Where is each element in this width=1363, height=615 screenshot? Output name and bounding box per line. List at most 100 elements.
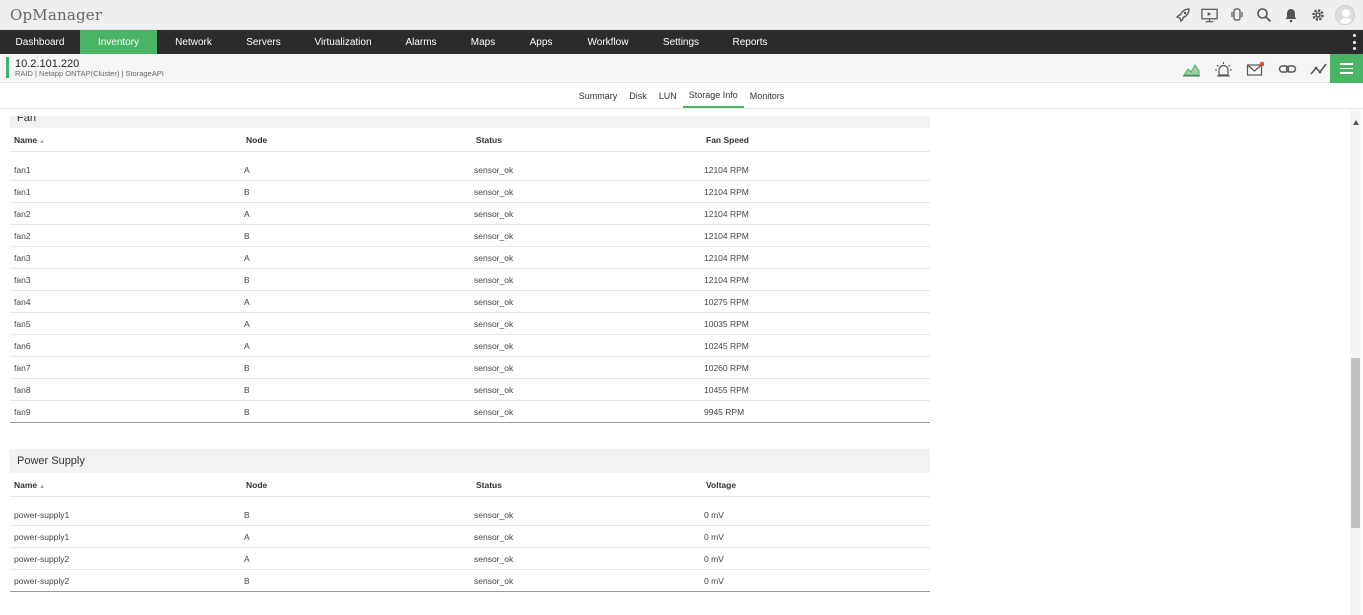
nav-network[interactable]: Network: [157, 30, 230, 54]
tab-storage-info[interactable]: Storage Info: [682, 83, 744, 108]
table-cell: sensor_ok: [474, 553, 514, 564]
table-row: fan5 Asensor_ok 10035 RPM: [10, 313, 930, 335]
nav-maps[interactable]: Maps: [453, 30, 513, 54]
table-cell: 10455 RPM: [704, 384, 749, 395]
table-cell: fan1: [14, 164, 31, 175]
tab-summary[interactable]: Summary: [573, 83, 624, 108]
table-cell: sensor_ok: [474, 252, 514, 263]
table-cell: sensor_ok: [474, 384, 514, 395]
table-cell: 12104 RPM: [704, 186, 749, 197]
table-row: fan8 Bsensor_ok 10455 RPM: [10, 379, 930, 401]
link-icon[interactable]: [1277, 59, 1297, 78]
table-cell: B: [244, 274, 250, 285]
scrollbar-thumb[interactable]: [1351, 358, 1360, 528]
table-cell: A: [244, 164, 250, 175]
user-avatar-icon[interactable]: [1335, 4, 1355, 25]
table-cell: 0 mV: [704, 553, 724, 564]
power-supply-table: Power Supply Name ▲ Node Status Voltage p…: [10, 449, 930, 592]
table-cell: sensor_ok: [474, 274, 514, 285]
table-cell: B: [244, 384, 250, 395]
table-cell: fan3: [14, 274, 31, 285]
table-cell: sensor_ok: [474, 362, 514, 373]
table-cell: sensor_ok: [474, 318, 514, 329]
table-cell: sensor_ok: [474, 575, 514, 586]
graph-icon[interactable]: [1181, 59, 1201, 78]
table-row: fan9 Bsensor_ok 9945 RPM: [10, 401, 930, 423]
nav-apps[interactable]: Apps: [513, 30, 569, 54]
table-cell: A: [244, 531, 250, 542]
table-cell: 10035 RPM: [704, 318, 749, 329]
menu-icon[interactable]: [1330, 54, 1363, 83]
table-cell: fan5: [14, 318, 31, 329]
alarm-light-icon[interactable]: [1213, 59, 1233, 78]
device-header: 10.2.101.220 RAID | Netapp ONTAP(Cluster…: [0, 54, 1363, 83]
table-cell: 12104 RPM: [704, 164, 749, 175]
sort-icon[interactable]: ▲: [39, 484, 45, 490]
power-col-voltage: Voltage: [706, 479, 737, 490]
table-cell: A: [244, 252, 250, 263]
table-cell: 12104 RPM: [704, 274, 749, 285]
nav-servers[interactable]: Servers: [230, 30, 297, 54]
monitor-line-icon[interactable]: [1309, 59, 1329, 78]
gear-icon[interactable]: [1308, 5, 1327, 24]
table-cell: fan9: [14, 406, 31, 417]
nav-inventory[interactable]: Inventory: [80, 30, 157, 54]
scroll-up-icon[interactable]: [1353, 120, 1359, 125]
nav-dashboard[interactable]: Dashboard: [0, 30, 80, 54]
table-cell: 12104 RPM: [704, 252, 749, 263]
rocket-icon[interactable]: [1173, 5, 1192, 24]
table-cell: sensor_ok: [474, 509, 514, 520]
tab-disk[interactable]: Disk: [623, 83, 653, 108]
table-cell: fan6: [14, 340, 31, 351]
table-cell: fan4: [14, 296, 31, 307]
sort-icon[interactable]: ▲: [39, 139, 45, 145]
device-meta: RAID | Netapp ONTAP(Cluster) | StorageAP…: [15, 68, 164, 78]
nav-settings[interactable]: Settings: [647, 30, 715, 54]
device-info: 10.2.101.220 RAID | Netapp ONTAP(Cluster…: [15, 58, 164, 78]
search-icon[interactable]: [1254, 5, 1273, 24]
vertical-scrollbar[interactable]: [1350, 110, 1361, 615]
table-cell: fan7: [14, 362, 31, 373]
table-cell: 10260 RPM: [704, 362, 749, 373]
table-row: power-supply2 Bsensor_ok 0 mV: [10, 570, 930, 592]
table-cell: fan2: [14, 230, 31, 241]
nav-reports[interactable]: Reports: [715, 30, 785, 54]
nav-alarms[interactable]: Alarms: [389, 30, 453, 54]
table-cell: 9945 RPM: [704, 406, 745, 417]
table-cell: fan1: [14, 186, 31, 197]
table-row: power-supply2 Asensor_ok 0 mV: [10, 548, 930, 570]
content-area: Fan Name ▲ Node Status Fan Speed fan1 Asen…: [0, 110, 1363, 615]
tab-monitors[interactable]: Monitors: [744, 83, 791, 108]
nav-virtualization[interactable]: Virtualization: [297, 30, 389, 54]
table-cell: B: [244, 575, 250, 586]
table-cell: power-supply1: [14, 531, 70, 542]
fan-table: Fan Name ▲ Node Status Fan Speed fan1 Asen…: [10, 116, 930, 429]
power-col-node: Node: [246, 479, 268, 490]
table-cell: fan3: [14, 252, 31, 263]
nav-workflow[interactable]: Workflow: [569, 30, 647, 54]
table-row: fan3 Asensor_ok 12104 RPM: [10, 247, 930, 269]
table-cell: power-supply1: [14, 509, 70, 520]
table-cell: fan8: [14, 384, 31, 395]
table-row: fan7 Bsensor_ok 10260 RPM: [10, 357, 930, 379]
power-col-name[interactable]: Name ▲: [10, 480, 240, 490]
table-cell: power-supply2: [14, 553, 70, 564]
bell-icon[interactable]: [1281, 5, 1300, 24]
main-nav: Dashboard Inventory Network Servers Virt…: [0, 30, 1363, 54]
table-row: power-supply1 Bsensor_ok 0 mV: [10, 504, 930, 526]
table-cell: power-supply2: [14, 575, 70, 586]
table-cell: 12104 RPM: [704, 230, 749, 241]
hand-icon[interactable]: [1227, 5, 1246, 24]
more-options-icon[interactable]: [1353, 34, 1357, 50]
presentation-icon[interactable]: [1200, 5, 1219, 24]
table-row: fan4 Asensor_ok 10275 RPM: [10, 291, 930, 313]
table-cell: 0 mV: [704, 509, 724, 520]
fan-col-node: Node: [246, 134, 268, 145]
device-tabs: Summary Disk LUN Storage Info Monitors: [0, 83, 1363, 109]
tab-lun[interactable]: LUN: [653, 83, 683, 108]
mail-icon[interactable]: [1245, 59, 1265, 78]
fan-col-name[interactable]: Name ▲: [10, 135, 240, 145]
table-cell: 0 mV: [704, 575, 724, 586]
table-cell: 10275 RPM: [704, 296, 749, 307]
table-cell: B: [244, 362, 250, 373]
